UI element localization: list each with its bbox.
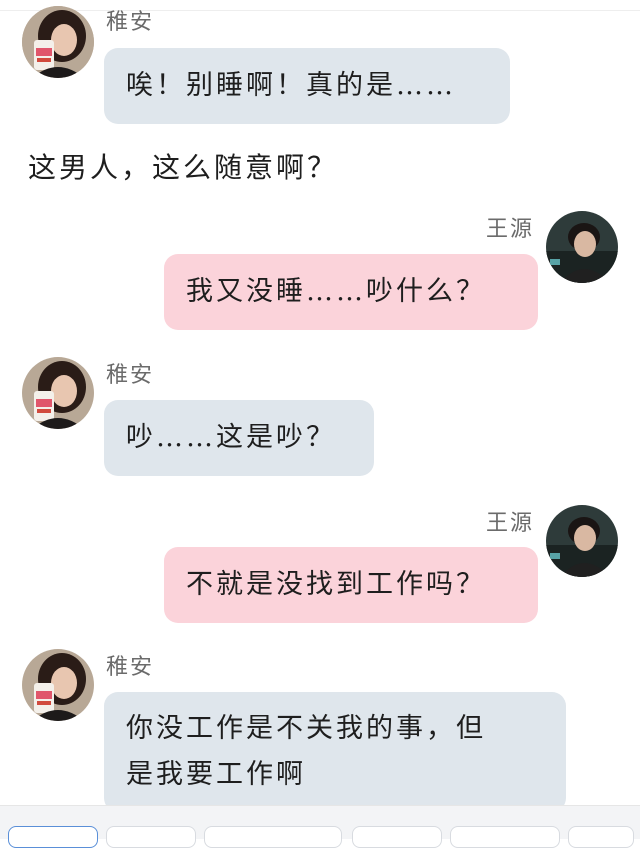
message-line: 你没工作是不关我的事，但 (126, 713, 486, 744)
message-bubble: 唉！别睡啊！真的是…… (104, 48, 510, 124)
bottom-toolbar (0, 805, 640, 848)
narration-text: 这男人，这么随意啊？ (28, 151, 339, 184)
him-avatar[interactable] (546, 211, 618, 283)
girl-portrait-avatar-icon (22, 6, 94, 78)
boy-portrait-avatar-icon (546, 505, 618, 577)
bottom-tab[interactable] (204, 826, 342, 848)
top-divider (0, 10, 640, 11)
him-avatar[interactable] (546, 505, 618, 577)
sender-name: 稚安 (106, 655, 155, 680)
message-bubble: 我又没睡……吵什么？ (164, 254, 538, 330)
bottom-tab[interactable] (450, 826, 560, 848)
boy-portrait-avatar-icon (546, 211, 618, 283)
bottom-tab[interactable] (106, 826, 196, 848)
message-bubble: 你没工作是不关我的事，但 是我要工作啊 (104, 692, 566, 812)
message-bubble: 吵……这是吵？ (104, 400, 374, 476)
girl-portrait-avatar-icon (22, 649, 94, 721)
her-avatar[interactable] (22, 6, 94, 78)
sender-name: 王源 (486, 511, 535, 536)
sender-name: 稚安 (106, 10, 155, 35)
sender-name: 稚安 (106, 363, 155, 388)
message-line: 是我要工作啊 (126, 759, 306, 790)
her-avatar[interactable] (22, 357, 94, 429)
girl-portrait-avatar-icon (22, 357, 94, 429)
bottom-tab[interactable] (352, 826, 442, 848)
her-avatar[interactable] (22, 649, 94, 721)
bottom-tab[interactable] (568, 826, 634, 848)
bottom-tab[interactable] (8, 826, 98, 848)
sender-name: 王源 (486, 217, 535, 242)
message-bubble: 不就是没找到工作吗？ (164, 547, 538, 623)
